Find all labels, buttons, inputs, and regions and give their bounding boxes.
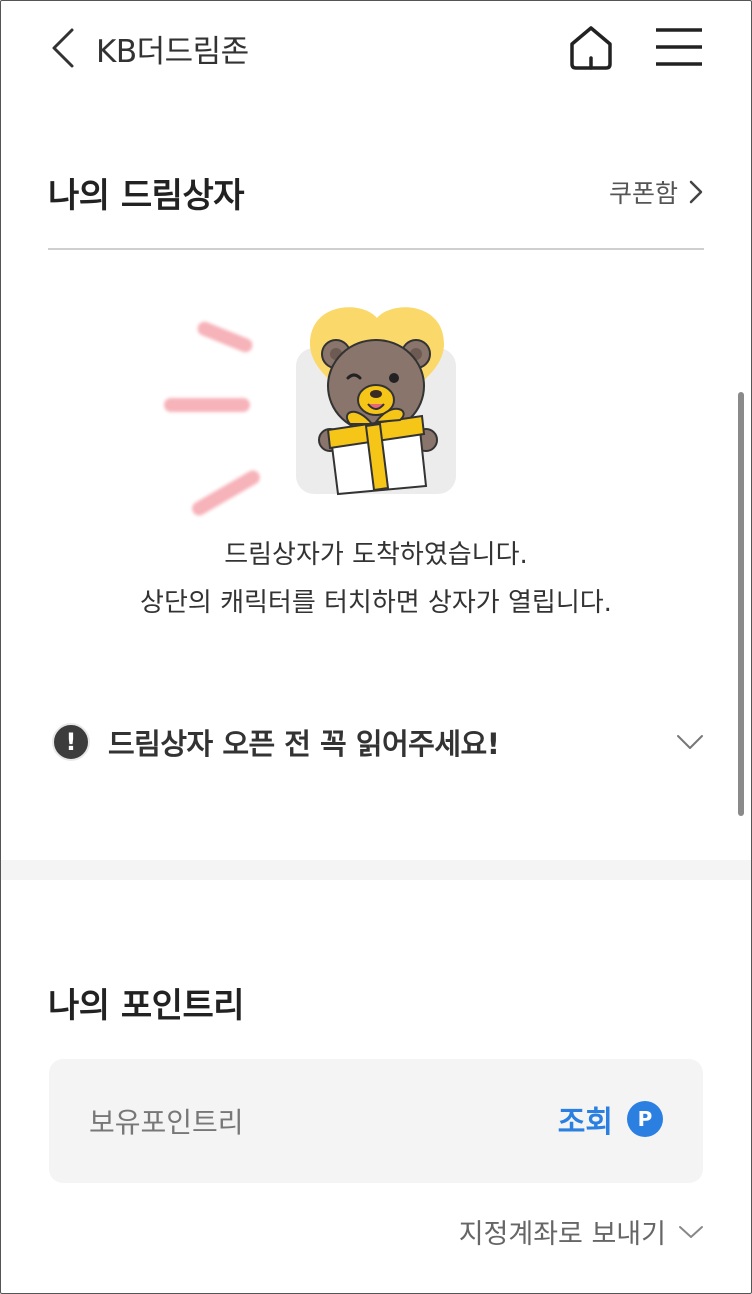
send-to-account-toggle[interactable]: 지정계좌로 보내기: [459, 1212, 704, 1251]
dreambox-message-line2: 상단의 캐릭터를 터치하면 상자가 열립니다.: [140, 588, 612, 618]
hamburger-menu-icon: [656, 28, 702, 66]
section-divider: [48, 248, 704, 250]
chevron-left-icon: [52, 28, 74, 68]
menu-button[interactable]: [654, 26, 704, 68]
chevron-down-icon: [679, 1225, 703, 1238]
scrollbar[interactable]: [738, 392, 744, 816]
dreambox-character[interactable]: [296, 306, 458, 498]
dreambox-notice-toggle[interactable]: ! 드림상자 오픈 전 꼭 읽어주세요!: [52, 718, 704, 766]
coupon-link-label: 쿠폰함: [608, 179, 678, 208]
pointree-section-title: 나의 포인트리: [48, 986, 245, 1026]
send-to-account-label: 지정계좌로 보내기: [458, 1219, 666, 1250]
home-icon: [570, 26, 612, 70]
sparkle-stripe-bottom: [189, 467, 263, 519]
chevron-right-icon: [689, 180, 703, 204]
sparkle-stripe-middle: [164, 398, 250, 412]
bear-gift-character-icon: [296, 307, 456, 496]
query-label: 조회: [557, 1105, 613, 1140]
section-separator: [0, 860, 752, 880]
notice-label: 드림상자 오픈 전 꼭 읽어주세요!: [108, 727, 500, 761]
pointree-balance-card: 보유포인트리 조회 P: [49, 1059, 703, 1183]
sparkle-stripe-top: [195, 319, 255, 355]
point-badge-icon: P: [627, 1101, 663, 1137]
pointree-balance-label: 보유포인트리: [89, 1106, 244, 1139]
exclamation-icon: !: [52, 723, 90, 761]
pointree-query-button[interactable]: 조회 P: [558, 1097, 663, 1141]
dreambox-section-title: 나의 드림상자: [48, 176, 245, 216]
chevron-down-icon: [677, 735, 703, 749]
page-title: KB더드림존: [96, 34, 249, 70]
back-button[interactable]: [48, 26, 80, 70]
coupon-box-link[interactable]: 쿠폰함: [609, 174, 704, 210]
dreambox-message-line1: 드림상자가 도착하였습니다.: [224, 540, 528, 570]
home-button[interactable]: [566, 22, 616, 72]
